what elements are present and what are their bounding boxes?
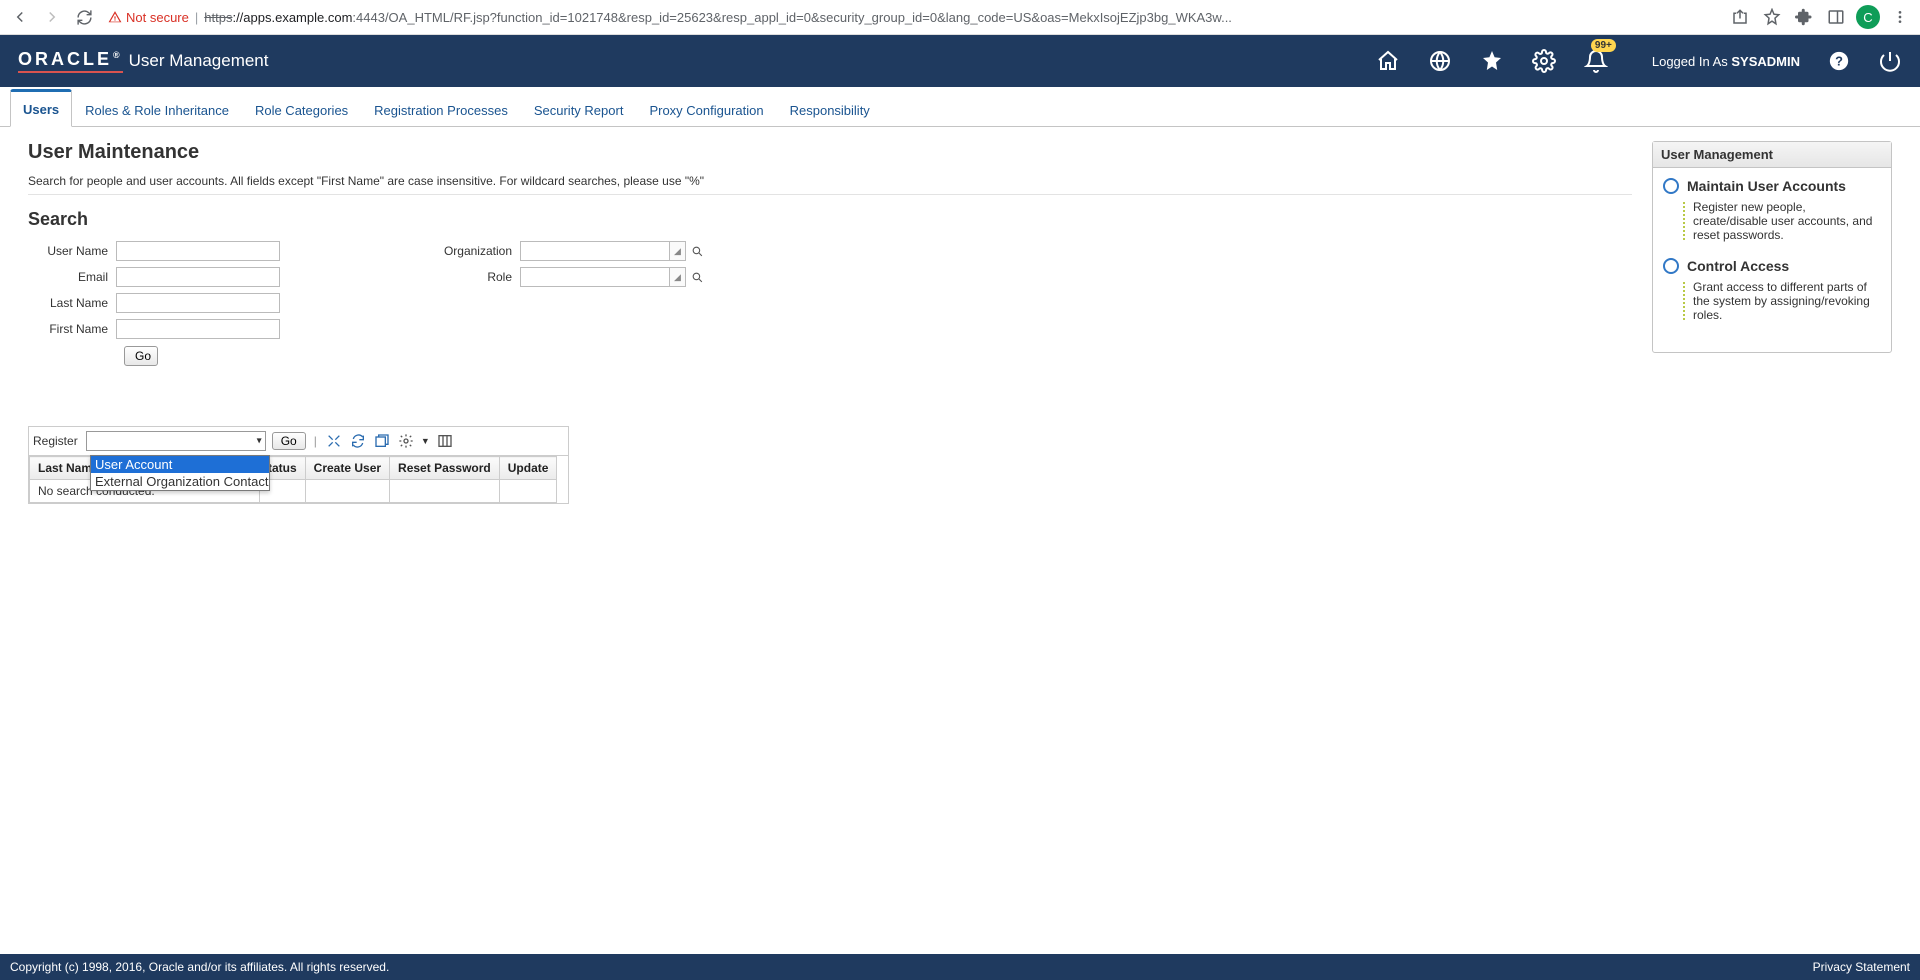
role-lov-arrow[interactable]: ◢ [670, 267, 686, 287]
logout-icon[interactable] [1878, 49, 1902, 73]
url-text: https://apps.example.com:4443/OA_HTML/RF… [204, 10, 1716, 25]
detach-icon[interactable] [325, 432, 343, 450]
user-name-label: User Name [28, 244, 116, 258]
tab-role-categories[interactable]: Role Categories [242, 92, 361, 127]
bookmark-star-icon[interactable] [1760, 5, 1784, 29]
dropdown-option-external-org[interactable]: External Organization Contact [91, 473, 269, 490]
step-control-desc: Grant access to different parts of the s… [1687, 280, 1881, 322]
role-lov-search-icon[interactable] [688, 268, 706, 286]
last-name-input[interactable] [116, 293, 280, 313]
email-input[interactable] [116, 267, 280, 287]
page-help-text: Search for people and user accounts. All… [28, 174, 1632, 195]
organization-lov-search-icon[interactable] [688, 242, 706, 260]
not-secure-label: Not secure [126, 10, 189, 25]
copyright-text: Copyright (c) 1998, 2016, Oracle and/or … [10, 960, 389, 974]
home-icon[interactable] [1376, 49, 1400, 73]
step-control-access[interactable]: Control Access [1663, 258, 1881, 274]
search-go-button[interactable]: Go [124, 346, 158, 366]
refresh-icon[interactable] [349, 432, 367, 450]
toolbar-separator: | [314, 434, 317, 448]
profile-avatar[interactable]: C [1856, 5, 1880, 29]
tab-bar: Users Roles & Role Inheritance Role Cate… [0, 87, 1920, 127]
register-dropdown: User Account External Organization Conta… [90, 455, 270, 491]
address-bar[interactable]: Not secure | https://apps.example.com:44… [104, 3, 1720, 31]
last-name-label: Last Name [28, 296, 116, 310]
register-go-button[interactable]: Go [272, 432, 306, 450]
search-form: User Name Email Last Name First Name Go [28, 240, 1632, 366]
tab-security-report[interactable]: Security Report [521, 92, 637, 127]
oracle-logo: ORACLE® [18, 49, 123, 73]
user-name-input[interactable] [116, 241, 280, 261]
forward-button[interactable] [40, 5, 64, 29]
notifications-badge: 99+ [1591, 39, 1616, 52]
col-create-user[interactable]: Create User [305, 457, 389, 480]
step-maintain-desc: Register new people, create/disable user… [1687, 200, 1881, 242]
tab-roles[interactable]: Roles & Role Inheritance [72, 92, 242, 127]
notifications-icon[interactable]: 99+ [1584, 49, 1608, 73]
export-icon[interactable] [373, 432, 391, 450]
table-toolbar: Register ▾ Go | ▼ [29, 427, 568, 456]
organization-input[interactable] [520, 241, 670, 261]
col-reset-password[interactable]: Reset Password [390, 457, 500, 480]
organization-lov-arrow[interactable]: ◢ [670, 241, 686, 261]
role-label: Role [400, 270, 520, 284]
settings-dropdown-icon[interactable] [397, 432, 415, 450]
tab-proxy-configuration[interactable]: Proxy Configuration [636, 92, 776, 127]
step-maintain-accounts[interactable]: Maintain User Accounts [1663, 178, 1881, 194]
app-title: User Management [129, 51, 269, 71]
search-section-title: Search [28, 209, 1632, 230]
columns-icon[interactable] [436, 432, 454, 450]
first-name-input[interactable] [116, 319, 280, 339]
organization-label: Organization [400, 244, 520, 258]
tab-users[interactable]: Users [10, 89, 72, 127]
browser-chrome: Not secure | https://apps.example.com:44… [0, 0, 1920, 35]
chrome-menu-icon[interactable] [1888, 5, 1912, 29]
step-bullet-icon [1663, 178, 1679, 194]
col-update[interactable]: Update [499, 457, 557, 480]
page-title: User Maintenance [28, 141, 1632, 164]
reload-button[interactable] [72, 5, 96, 29]
share-icon[interactable] [1728, 5, 1752, 29]
privacy-link[interactable]: Privacy Statement [1813, 960, 1910, 974]
dropdown-option-user-account[interactable]: User Account [91, 456, 269, 473]
favorites-icon[interactable] [1480, 49, 1504, 73]
navigator-icon[interactable] [1428, 49, 1452, 73]
settings-icon[interactable] [1532, 49, 1556, 73]
footer: Copyright (c) 1998, 2016, Oracle and/or … [0, 954, 1920, 980]
tab-registration-processes[interactable]: Registration Processes [361, 92, 521, 127]
app-header: ORACLE® User Management 99+ Logged In As… [0, 35, 1920, 87]
side-panel: User Management Maintain User Accounts R… [1652, 141, 1892, 353]
tab-responsibility[interactable]: Responsibility [777, 92, 883, 127]
extensions-icon[interactable] [1792, 5, 1816, 29]
svg-text:?: ? [1835, 54, 1843, 69]
back-button[interactable] [8, 5, 32, 29]
results-table-section: Register ▾ Go | ▼ [28, 426, 569, 504]
sidepanel-icon[interactable] [1824, 5, 1848, 29]
register-label: Register [33, 434, 78, 448]
not-secure-badge: Not secure [108, 10, 189, 25]
register-select[interactable] [86, 431, 266, 451]
email-label: Email [28, 270, 116, 284]
side-panel-title: User Management [1653, 142, 1891, 168]
logged-in-text: Logged In As SYSADMIN [1652, 54, 1800, 69]
first-name-label: First Name [28, 322, 116, 336]
help-icon[interactable]: ? [1828, 50, 1850, 72]
settings-caret-icon[interactable]: ▼ [421, 436, 430, 446]
role-input[interactable] [520, 267, 670, 287]
step-bullet-icon [1663, 258, 1679, 274]
